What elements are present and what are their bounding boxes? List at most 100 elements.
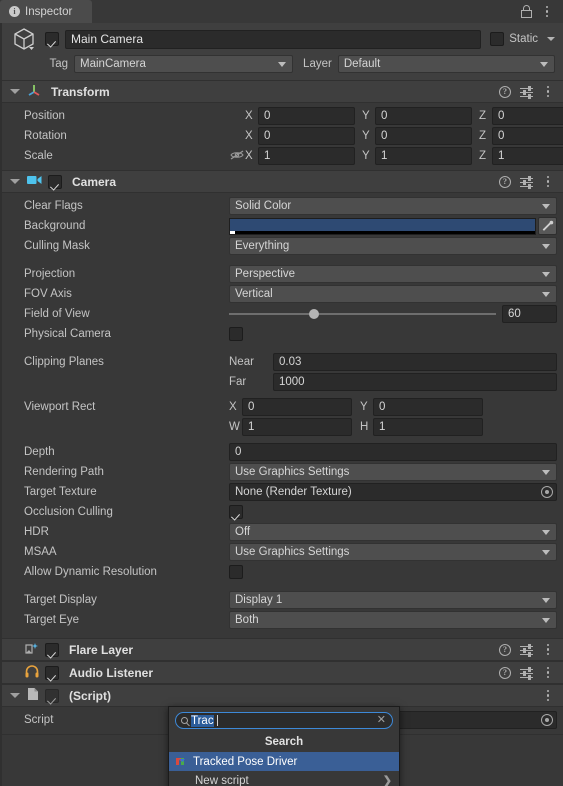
- help-icon[interactable]: ?: [499, 643, 511, 656]
- popup-searchbar: Trac ✕: [169, 707, 399, 733]
- popup-item-tracked-pose-driver[interactable]: Tracked Pose Driver: [169, 752, 399, 771]
- component-header-camera[interactable]: Camera ?: [0, 170, 563, 193]
- gameobject-enabled-checkbox[interactable]: [45, 32, 59, 46]
- physical-camera-checkbox[interactable]: [229, 327, 243, 341]
- kebab-menu-icon[interactable]: [542, 666, 554, 679]
- label-hdr: HDR: [24, 526, 49, 538]
- eye-off-icon[interactable]: [229, 149, 245, 164]
- label-depth: Depth: [24, 446, 55, 458]
- fov-axis-dropdown[interactable]: Vertical: [229, 285, 557, 303]
- component-header-flare-layer[interactable]: Flare Layer ?: [0, 638, 563, 661]
- scale-x-input[interactable]: 1: [258, 147, 355, 165]
- target-eye-dropdown[interactable]: Both: [229, 611, 557, 629]
- foldout-arrow-icon[interactable]: [10, 89, 20, 94]
- culling-mask-value: Everything: [235, 240, 290, 252]
- viewport-w-input[interactable]: 1: [242, 418, 352, 436]
- tag-dropdown[interactable]: MainCamera: [74, 55, 294, 73]
- clipping-far-input[interactable]: 1000: [273, 373, 557, 391]
- popup-item-new-script[interactable]: New script ❯: [169, 771, 399, 786]
- cube-icon[interactable]: [12, 26, 39, 53]
- static-checkbox[interactable]: [490, 32, 505, 46]
- scale-y-input[interactable]: 1: [375, 147, 472, 165]
- rotation-z-input[interactable]: 0: [492, 127, 563, 145]
- camera-enabled-checkbox[interactable]: [48, 174, 62, 189]
- culling-mask-dropdown[interactable]: Everything: [229, 237, 557, 255]
- object-picker-icon[interactable]: [541, 714, 553, 726]
- viewport-h-input[interactable]: 1: [373, 418, 483, 436]
- position-z-input[interactable]: 0: [492, 107, 563, 125]
- occlusion-culling-checkbox[interactable]: [229, 505, 243, 519]
- component-header-transform[interactable]: Transform ?: [0, 80, 563, 103]
- axis-x-label: X: [245, 110, 253, 122]
- component-title-audio-listener: Audio Listener: [69, 665, 154, 680]
- label-occlusion-culling: Occlusion Culling: [24, 506, 113, 518]
- gameobject-name-value: Main Camera: [71, 32, 144, 46]
- hdr-dropdown[interactable]: Off: [229, 523, 557, 541]
- msaa-dropdown[interactable]: Use Graphics Settings: [229, 543, 557, 561]
- foldout-arrow-icon[interactable]: [10, 693, 20, 698]
- field-of-view-slider[interactable]: [229, 305, 496, 323]
- position-x-input[interactable]: 0: [258, 107, 355, 125]
- allow-dynamic-resolution-checkbox[interactable]: [229, 565, 243, 579]
- script-enabled-checkbox[interactable]: [45, 688, 59, 703]
- field-of-view-input[interactable]: 60: [502, 305, 557, 323]
- static-chevron-down-icon[interactable]: [547, 37, 555, 41]
- rotation-x-input[interactable]: 0: [258, 127, 355, 145]
- viewport-x-input[interactable]: 0: [242, 398, 352, 416]
- help-icon[interactable]: ?: [499, 666, 511, 679]
- projection-value: Perspective: [235, 268, 296, 280]
- gameobject-name-input[interactable]: Main Camera: [65, 29, 482, 49]
- viewport-w-value: 1: [248, 421, 255, 433]
- target-display-dropdown[interactable]: Display 1: [229, 591, 557, 609]
- chevron-down-icon: [539, 62, 548, 67]
- tab-inspector[interactable]: i Inspector: [0, 0, 92, 23]
- clear-icon[interactable]: ✕: [377, 715, 386, 726]
- preset-settings-icon[interactable]: [520, 666, 533, 680]
- preset-settings-icon[interactable]: [520, 643, 533, 657]
- slider-knob[interactable]: [309, 309, 320, 319]
- layer-dropdown[interactable]: Default: [337, 55, 555, 73]
- background-color-field[interactable]: [229, 217, 536, 235]
- search-input-value: Trac: [191, 714, 214, 727]
- help-icon[interactable]: ?: [499, 85, 511, 98]
- scale-x-value: 1: [264, 150, 271, 162]
- kebab-menu-icon[interactable]: [541, 5, 553, 18]
- camera-properties: Clear Flags Solid Color Background Culli…: [0, 193, 563, 638]
- hdr-value: Off: [235, 526, 251, 538]
- search-input[interactable]: Trac ✕: [175, 712, 393, 729]
- kebab-menu-icon[interactable]: [542, 689, 554, 702]
- scale-z-input[interactable]: 1: [492, 147, 563, 165]
- projection-dropdown[interactable]: Perspective: [229, 265, 557, 283]
- rendering-path-dropdown[interactable]: Use Graphics Settings: [229, 463, 557, 481]
- kebab-menu-icon[interactable]: [542, 85, 554, 98]
- object-picker-icon[interactable]: [541, 486, 553, 498]
- tabbar-spacer: [92, 0, 521, 23]
- depth-input[interactable]: 0: [229, 443, 557, 461]
- target-texture-object-field[interactable]: None (Render Texture): [229, 483, 557, 501]
- label-clipping-planes: Clipping Planes: [24, 356, 104, 368]
- flare-layer-enabled-checkbox[interactable]: [45, 642, 59, 657]
- help-icon[interactable]: ?: [499, 175, 511, 188]
- eyedropper-icon[interactable]: [538, 217, 557, 235]
- clear-flags-dropdown[interactable]: Solid Color: [229, 197, 557, 215]
- position-x-value: 0: [264, 110, 271, 122]
- component-header-audio-listener[interactable]: Audio Listener ?: [0, 661, 563, 684]
- kebab-menu-icon[interactable]: [542, 643, 554, 656]
- rotation-z-value: 0: [498, 130, 505, 142]
- component-actions-script: [542, 689, 563, 702]
- kebab-menu-icon[interactable]: [542, 175, 554, 188]
- preset-settings-icon[interactable]: [520, 85, 533, 99]
- foldout-arrow-icon[interactable]: [10, 179, 20, 184]
- rotation-y-input[interactable]: 0: [375, 127, 472, 145]
- component-header-script[interactable]: (Script): [0, 684, 563, 707]
- chevron-right-icon: ❯: [382, 775, 392, 786]
- position-y-input[interactable]: 0: [375, 107, 472, 125]
- preset-settings-icon[interactable]: [520, 175, 533, 189]
- clipping-near-input[interactable]: 0.03: [273, 353, 557, 371]
- background-color-swatch: [230, 218, 535, 231]
- lock-icon[interactable]: [521, 5, 532, 18]
- axis-y-label: Y: [360, 401, 368, 413]
- viewport-y-input[interactable]: 0: [373, 398, 483, 416]
- audio-listener-enabled-checkbox[interactable]: [45, 665, 59, 680]
